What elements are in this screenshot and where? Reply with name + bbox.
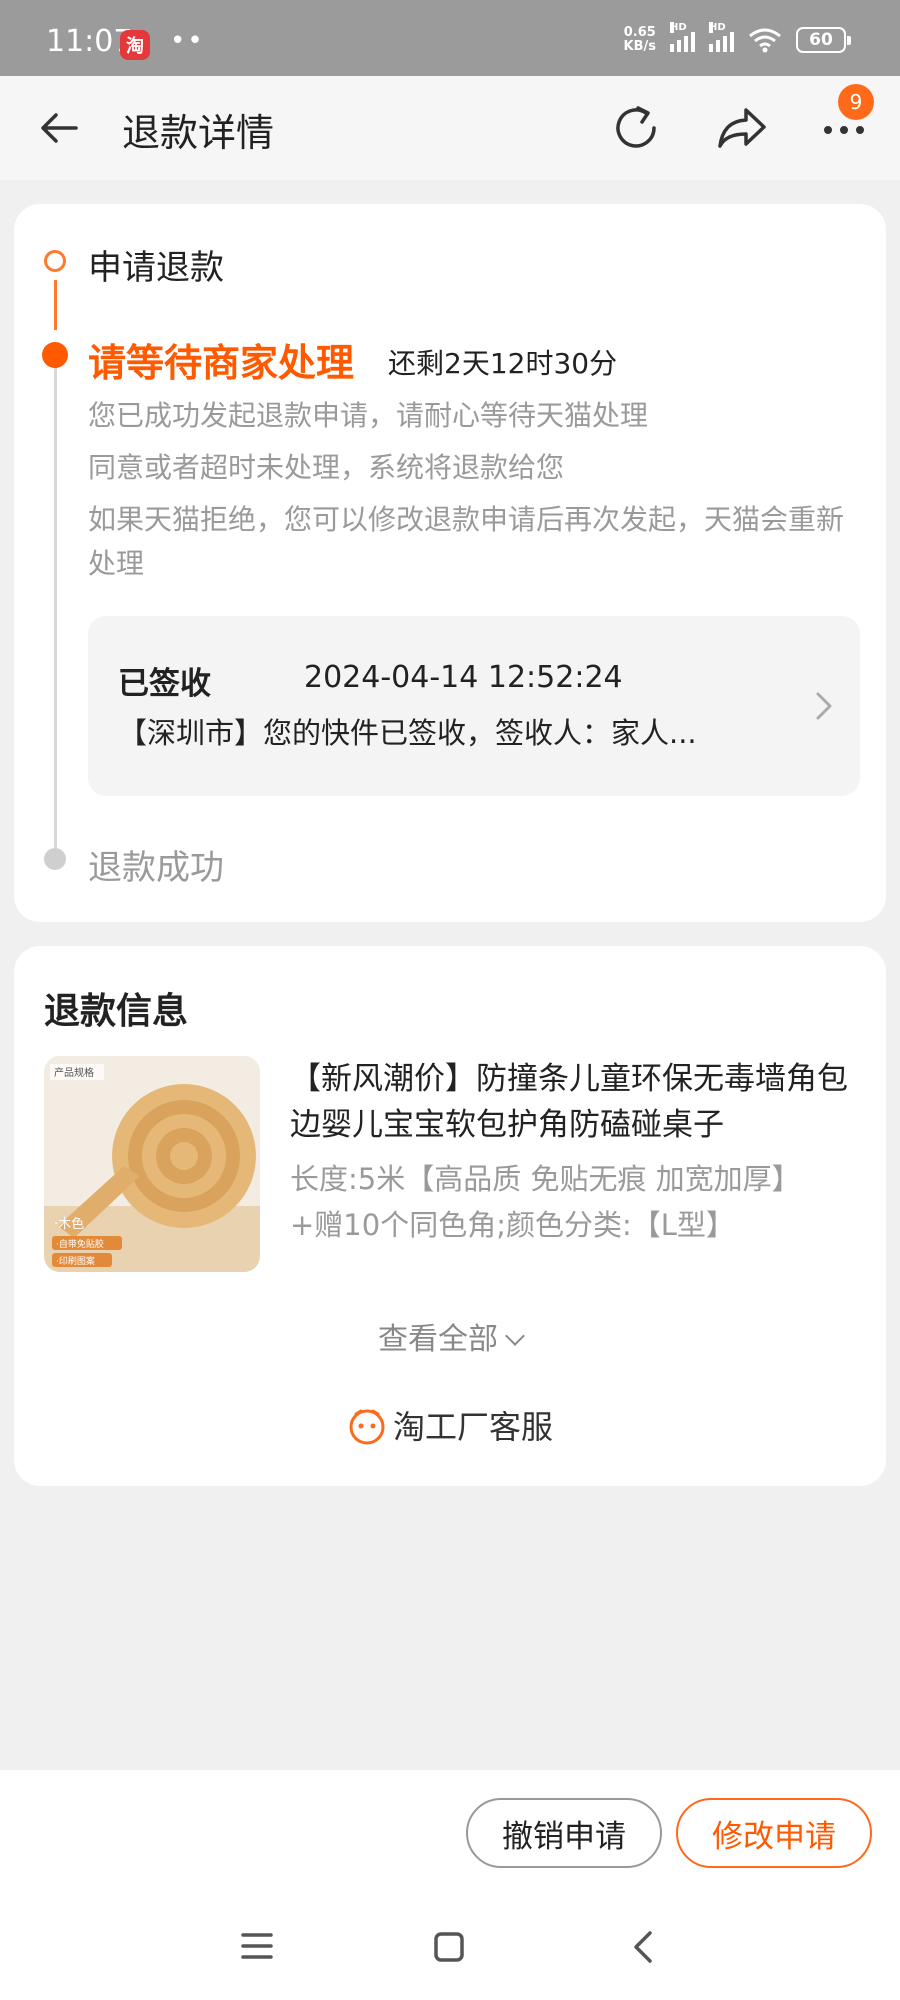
network-speed-value: 0.65 xyxy=(623,25,656,40)
status-right-group: 0.65 KB/s HD HD 60 xyxy=(624,22,851,54)
product-thumbnail[interactable]: 产品规格 ·木色 ·自带免贴胶 ·印刷图案 xyxy=(44,1056,260,1272)
product-title[interactable]: 【新风潮价】防撞条儿童环保无毒墙角包边婴儿宝宝软包护角防磕碰桌子 xyxy=(290,1056,860,1148)
back-arrow-icon[interactable] xyxy=(36,104,84,152)
step-description: 同意或者超时未处理，系统将退款给您 xyxy=(88,451,565,484)
timeline-dot-current xyxy=(42,342,68,368)
thumb-label-top: 产品规格 xyxy=(54,1066,94,1079)
timeline-dot-done xyxy=(44,250,66,272)
signal-icon: HD xyxy=(670,22,695,52)
logistics-card[interactable]: 已签收 2024-04-14 12:52:24 【深圳市】您的快件已签收，签收人… xyxy=(88,616,860,796)
timeline-dot-pending xyxy=(44,848,66,870)
network-speed: 0.65 KB/s xyxy=(624,26,656,54)
refresh-icon[interactable] xyxy=(608,100,664,156)
step-waiting-merchant: 请等待商家处理 xyxy=(88,341,355,385)
signal-icon: HD xyxy=(709,22,734,52)
chevron-down-icon xyxy=(505,1326,525,1346)
status-bar: 11:07 淘 •• 0.65 KB/s HD HD 60 xyxy=(0,0,900,76)
chevron-right-icon xyxy=(816,692,832,720)
system-nav-bar xyxy=(0,1900,900,2000)
product-image: 产品规格 ·木色 ·自带免贴胶 ·印刷图案 xyxy=(44,1056,260,1272)
timeline-line-active xyxy=(54,280,57,330)
refund-progress-card: 申请退款 请等待商家处理 还剩2天12时30分 您已成功发起退款申请，请耐心等待… xyxy=(14,204,886,922)
view-all-label: 查看全部 xyxy=(378,1322,498,1357)
taobao-app-icon: 淘 xyxy=(120,30,150,60)
logistics-time: 2024-04-14 12:52:24 xyxy=(304,660,623,695)
customer-service-icon xyxy=(349,1409,385,1445)
cancel-request-button[interactable]: 撤销申请 xyxy=(466,1798,662,1868)
view-all-button[interactable]: 查看全部 xyxy=(14,1314,886,1358)
menu-icon[interactable] xyxy=(240,1930,274,1962)
section-title: 退款信息 xyxy=(44,991,189,1032)
notification-dots: •• xyxy=(170,26,205,56)
network-speed-unit: KB/s xyxy=(623,39,656,54)
thumb-label-color: ·木色 xyxy=(54,1216,84,1232)
step-description: 如果天猫拒绝，您可以修改退款申请后再次发起，天猫会重新处理 xyxy=(88,503,845,580)
refund-info-card: 退款信息 产品规格 ·木色 ·自带免贴胶 ·印刷图案 【新风潮价】防撞条儿童环保… xyxy=(14,946,886,1486)
timeline-line-pending xyxy=(54,362,57,856)
thumb-tag: ·自带免贴胶 xyxy=(56,1238,104,1250)
logistics-status: 已签收 xyxy=(118,666,211,702)
customer-service-button[interactable]: 淘工厂客服 xyxy=(14,1402,886,1449)
battery-icon: 60 xyxy=(796,27,851,53)
step-refund-success: 退款成功 xyxy=(88,848,224,888)
wifi-icon xyxy=(749,28,781,53)
home-icon[interactable] xyxy=(432,1930,466,1964)
notification-badge: 9 xyxy=(838,84,874,120)
action-bar: 撤销申请 修改申请 xyxy=(0,1770,900,1900)
nav-bar: 退款详情 9 xyxy=(0,76,900,180)
customer-service-label: 淘工厂客服 xyxy=(392,1408,553,1446)
thumb-tag: ·印刷图案 xyxy=(56,1255,95,1267)
remaining-time: 还剩2天12时30分 xyxy=(388,347,618,380)
product-spec: 长度:5米【高品质 免贴无痕 加宽加厚】+赠10个同色角;颜色分类:【L型】 xyxy=(290,1162,801,1242)
step-description: 您已成功发起退款申请，请耐心等待天猫处理 xyxy=(88,399,649,432)
system-back-icon[interactable] xyxy=(628,1928,658,1966)
share-icon[interactable] xyxy=(714,100,770,156)
logistics-text: 【深圳市】您的快件已签收，签收人：家人... xyxy=(118,716,697,750)
step-apply-refund: 申请退款 xyxy=(88,248,224,288)
modify-request-button[interactable]: 修改申请 xyxy=(676,1798,872,1868)
hd-label: HD xyxy=(709,22,726,33)
page-title: 退款详情 xyxy=(122,111,275,155)
hd-label: HD xyxy=(670,22,687,33)
